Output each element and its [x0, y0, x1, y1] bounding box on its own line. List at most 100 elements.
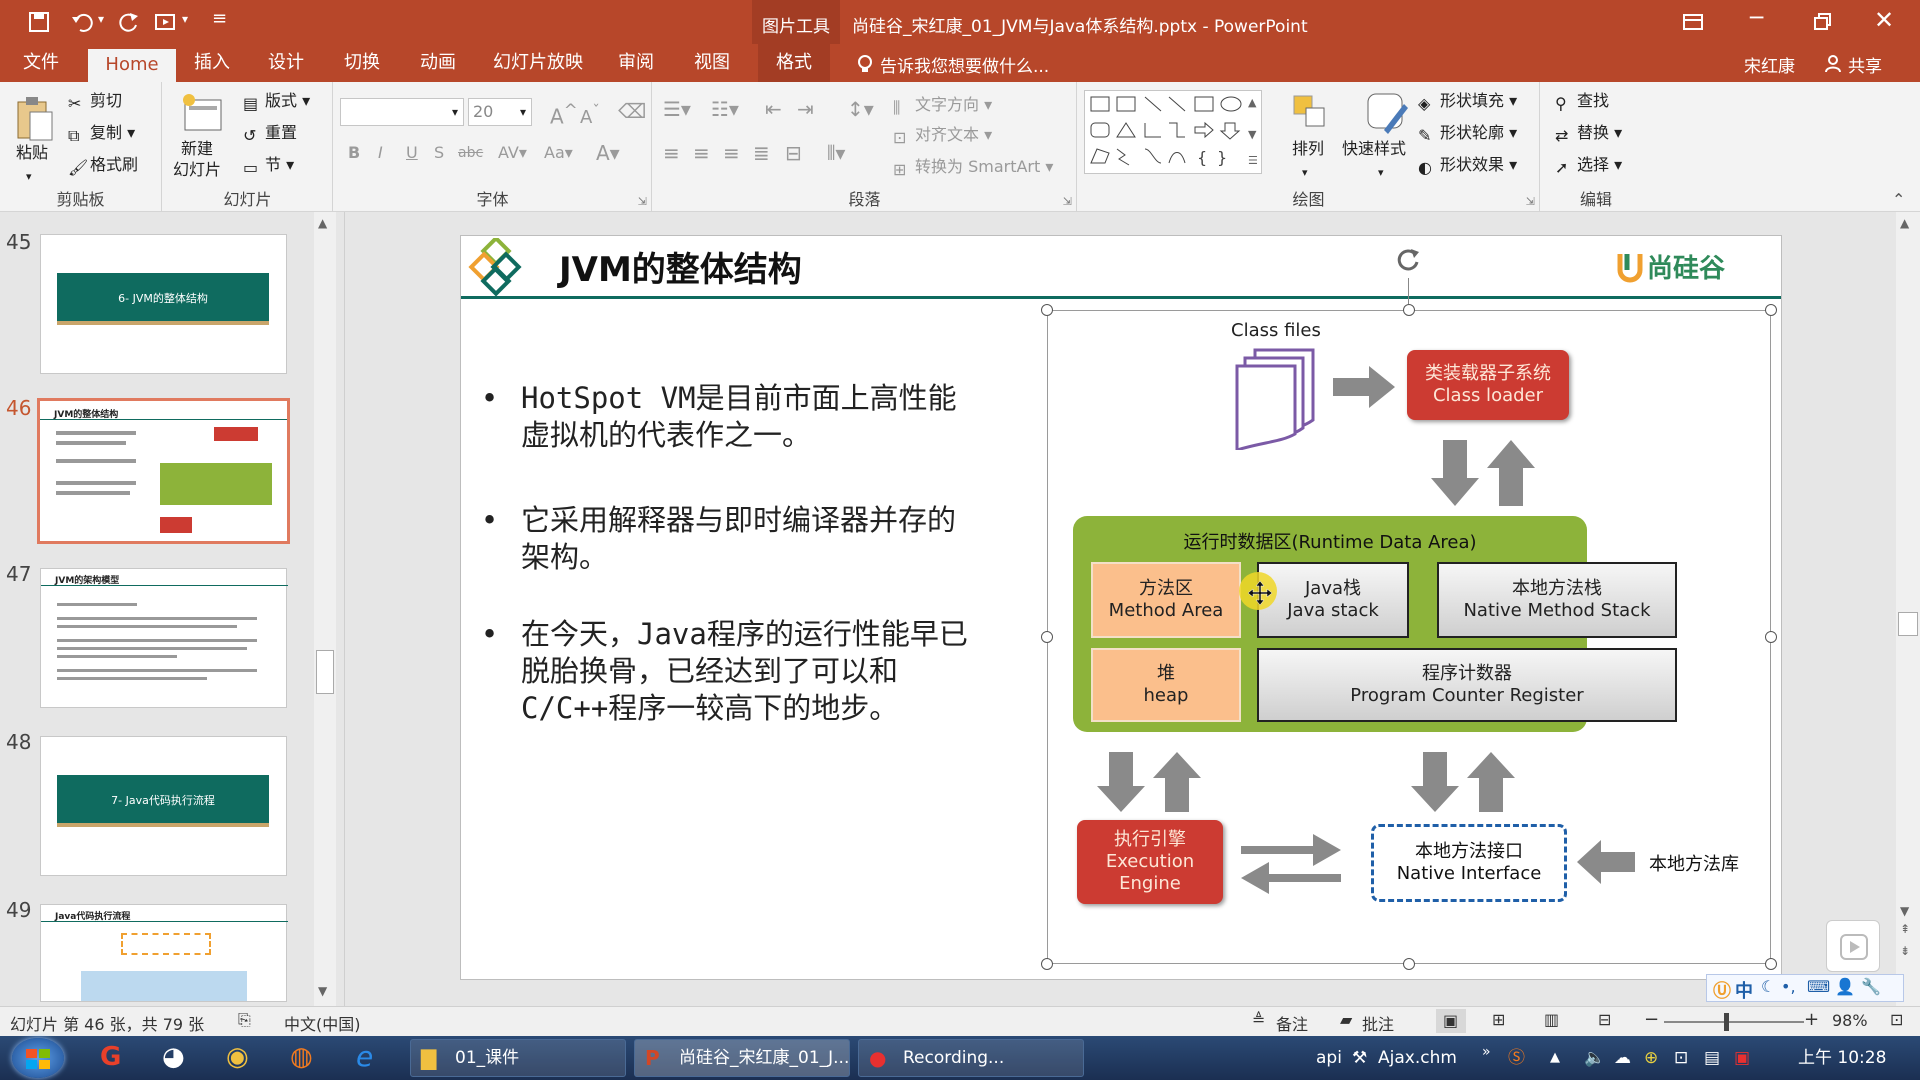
- ime-tools-icon[interactable]: 🔧: [1861, 977, 1881, 996]
- align-text-button[interactable]: ⊡ 对齐文本 ▾: [893, 122, 992, 148]
- ie-icon[interactable]: e: [356, 1040, 373, 1073]
- reset-button[interactable]: ↺ 重置: [243, 120, 297, 146]
- tell-me-input[interactable]: 告诉我您想要做什么...: [880, 52, 1049, 77]
- taskbar-item-recording[interactable]: ● Recording...: [858, 1039, 1084, 1077]
- replace-button[interactable]: ⇄ 替换 ▾: [1555, 120, 1622, 146]
- chrome-icon[interactable]: ◉: [226, 1042, 249, 1072]
- slide-scroll-up-icon[interactable]: ▲: [1900, 216, 1909, 230]
- bullet-2[interactable]: 它采用解释器与即时编译器并存的架构。: [481, 502, 971, 576]
- resize-handle-bottom-left[interactable]: [1041, 958, 1053, 970]
- text-shadow-icon[interactable]: S: [434, 140, 444, 166]
- slide-thumbnail-49[interactable]: Java代码执行流程: [40, 904, 288, 1002]
- tray-tool-icon[interactable]: ⚒: [1352, 1036, 1367, 1080]
- taskbar-item-powerpoint[interactable]: P 尚硅谷_宋红康_01_J...: [634, 1039, 850, 1077]
- slide-thumbnail-46[interactable]: JVM的整体结构: [37, 398, 290, 544]
- tab-animations[interactable]: 动画: [410, 44, 466, 82]
- network-icon[interactable]: ⊡: [1674, 1036, 1688, 1080]
- slide-canvas[interactable]: JVM的整体结构 尚硅谷 HotSpot VM是目前市面上高性能虚拟机的代表作之…: [460, 235, 1782, 980]
- align-left-icon[interactable]: ≡: [663, 140, 680, 166]
- slide-sorter-icon[interactable]: ⊞: [1492, 1010, 1505, 1029]
- shape-effects-button[interactable]: ◐ 形状效果 ▾: [1418, 152, 1517, 178]
- tab-insert[interactable]: 插入: [184, 44, 240, 82]
- resize-handle-right[interactable]: [1765, 631, 1777, 643]
- zoom-slider-thumb[interactable]: [1724, 1013, 1729, 1031]
- resize-handle-bottom-right[interactable]: [1765, 958, 1777, 970]
- slide-scroll-thumb[interactable]: [1898, 612, 1918, 636]
- close-icon[interactable]: ✕: [1874, 6, 1894, 34]
- app-g-icon[interactable]: G: [100, 1042, 121, 1072]
- thumbnail-scroll-up-icon[interactable]: ▲: [318, 216, 327, 230]
- ime-punct-icon[interactable]: •,: [1781, 977, 1796, 996]
- layout-button[interactable]: ▤ 版式 ▾: [243, 88, 310, 114]
- new-slide-button[interactable]: 新建 幻灯片: [173, 138, 221, 184]
- next-slide-icon[interactable]: ⇟: [1900, 944, 1910, 958]
- ime-mode[interactable]: 中: [1735, 977, 1753, 1003]
- tab-home[interactable]: Home: [88, 49, 176, 82]
- text-direction-button[interactable]: ⫼ 文字方向 ▾: [893, 92, 992, 118]
- restore-icon[interactable]: [1812, 12, 1832, 32]
- shape-outline-button[interactable]: ✎ 形状轮廓 ▾: [1418, 120, 1517, 146]
- tray-plus-icon[interactable]: ⊕: [1644, 1036, 1658, 1080]
- section-button[interactable]: ▭ 节 ▾: [243, 152, 294, 178]
- shape-fill-button[interactable]: ◈ 形状填充 ▾: [1418, 88, 1517, 114]
- align-center-icon[interactable]: ≡: [693, 140, 710, 166]
- new-slide-icon[interactable]: [181, 92, 225, 136]
- save-icon[interactable]: [28, 11, 50, 33]
- firefox-icon[interactable]: ◍: [290, 1042, 313, 1072]
- resize-handle-bottom[interactable]: [1403, 958, 1415, 970]
- zoom-slider[interactable]: [1664, 1021, 1804, 1023]
- language-indicator[interactable]: 中文(中国): [284, 1011, 361, 1035]
- font-size-dropdown-icon[interactable]: ▾: [520, 99, 526, 125]
- font-name-dropdown-icon[interactable]: ▾: [452, 99, 458, 125]
- bold-icon[interactable]: B: [348, 140, 360, 166]
- show-hidden-icons[interactable]: ▲: [1550, 1036, 1560, 1080]
- resize-handle-top-right[interactable]: [1765, 304, 1777, 316]
- rotate-handle-icon[interactable]: [1395, 246, 1423, 274]
- customize-qat-icon[interactable]: ▾: [182, 12, 188, 26]
- arrange-dropdown-icon[interactable]: ▾: [1302, 160, 1308, 186]
- minimize-icon[interactable]: ─: [1750, 6, 1763, 31]
- font-dialog-launcher-icon[interactable]: ⇲: [638, 195, 647, 208]
- change-case-icon[interactable]: Aa▾: [544, 140, 573, 166]
- increase-indent-icon[interactable]: ⇥: [797, 96, 814, 122]
- tray-cloud-icon[interactable]: ☁: [1614, 1036, 1631, 1080]
- collapse-ribbon-icon[interactable]: ⌃: [1892, 190, 1905, 209]
- tray-battery-icon[interactable]: ▤: [1704, 1036, 1720, 1080]
- fit-to-window-icon[interactable]: ⊡: [1890, 1010, 1903, 1029]
- thumbnail-scroll-down-icon[interactable]: ▼: [318, 984, 327, 998]
- character-spacing-icon[interactable]: AV▾: [498, 140, 527, 166]
- smartart-button[interactable]: ⊞ 转换为 SmartArt ▾: [893, 154, 1053, 180]
- tab-slideshow[interactable]: 幻灯片放映: [486, 44, 590, 82]
- start-button[interactable]: [12, 1038, 64, 1078]
- reading-view-icon[interactable]: ▥: [1544, 1010, 1559, 1029]
- quick-styles-icon[interactable]: [1364, 90, 1410, 136]
- columns-icon[interactable]: ⫴▾: [827, 140, 845, 166]
- resize-handle-top[interactable]: [1403, 304, 1415, 316]
- taskbar-clock[interactable]: 上午 10:28: [1798, 1036, 1886, 1080]
- tab-review[interactable]: 审阅: [608, 44, 664, 82]
- clear-formatting-icon[interactable]: ⌫: [618, 98, 646, 124]
- tab-design[interactable]: 设计: [258, 44, 314, 82]
- ime-moon-icon[interactable]: ☾: [1761, 977, 1775, 996]
- slide-thumbnail-45[interactable]: 6- JVM的整体结构: [40, 234, 287, 374]
- tab-file[interactable]: 文件: [8, 44, 74, 82]
- undo-icon[interactable]: [70, 11, 94, 33]
- justify-icon[interactable]: ≣: [753, 140, 770, 166]
- line-spacing-icon[interactable]: ↕▾: [847, 96, 874, 122]
- font-name-combobox[interactable]: [340, 98, 464, 126]
- strikethrough-icon[interactable]: abc: [458, 140, 483, 166]
- increase-font-icon[interactable]: A^: [550, 98, 578, 129]
- arrange-icon[interactable]: [1290, 92, 1330, 136]
- cut-button[interactable]: ✂ 剪切: [68, 88, 122, 114]
- italic-icon[interactable]: I: [378, 140, 383, 166]
- distributed-icon[interactable]: ⊟: [785, 140, 802, 166]
- bullet-1[interactable]: HotSpot VM是目前市面上高性能虚拟机的代表作之一。: [481, 380, 971, 454]
- paste-icon[interactable]: [14, 94, 56, 146]
- tab-transitions[interactable]: 切换: [334, 44, 390, 82]
- tab-format[interactable]: 格式: [758, 44, 830, 82]
- spellcheck-icon[interactable]: ⎘: [238, 1010, 251, 1030]
- select-button[interactable]: ➚ 选择 ▾: [1555, 152, 1622, 178]
- find-button[interactable]: ⚲ 查找: [1555, 88, 1609, 114]
- thumbnail-scrollbar[interactable]: [314, 212, 336, 1006]
- decrease-font-icon[interactable]: Aˇ: [580, 98, 600, 128]
